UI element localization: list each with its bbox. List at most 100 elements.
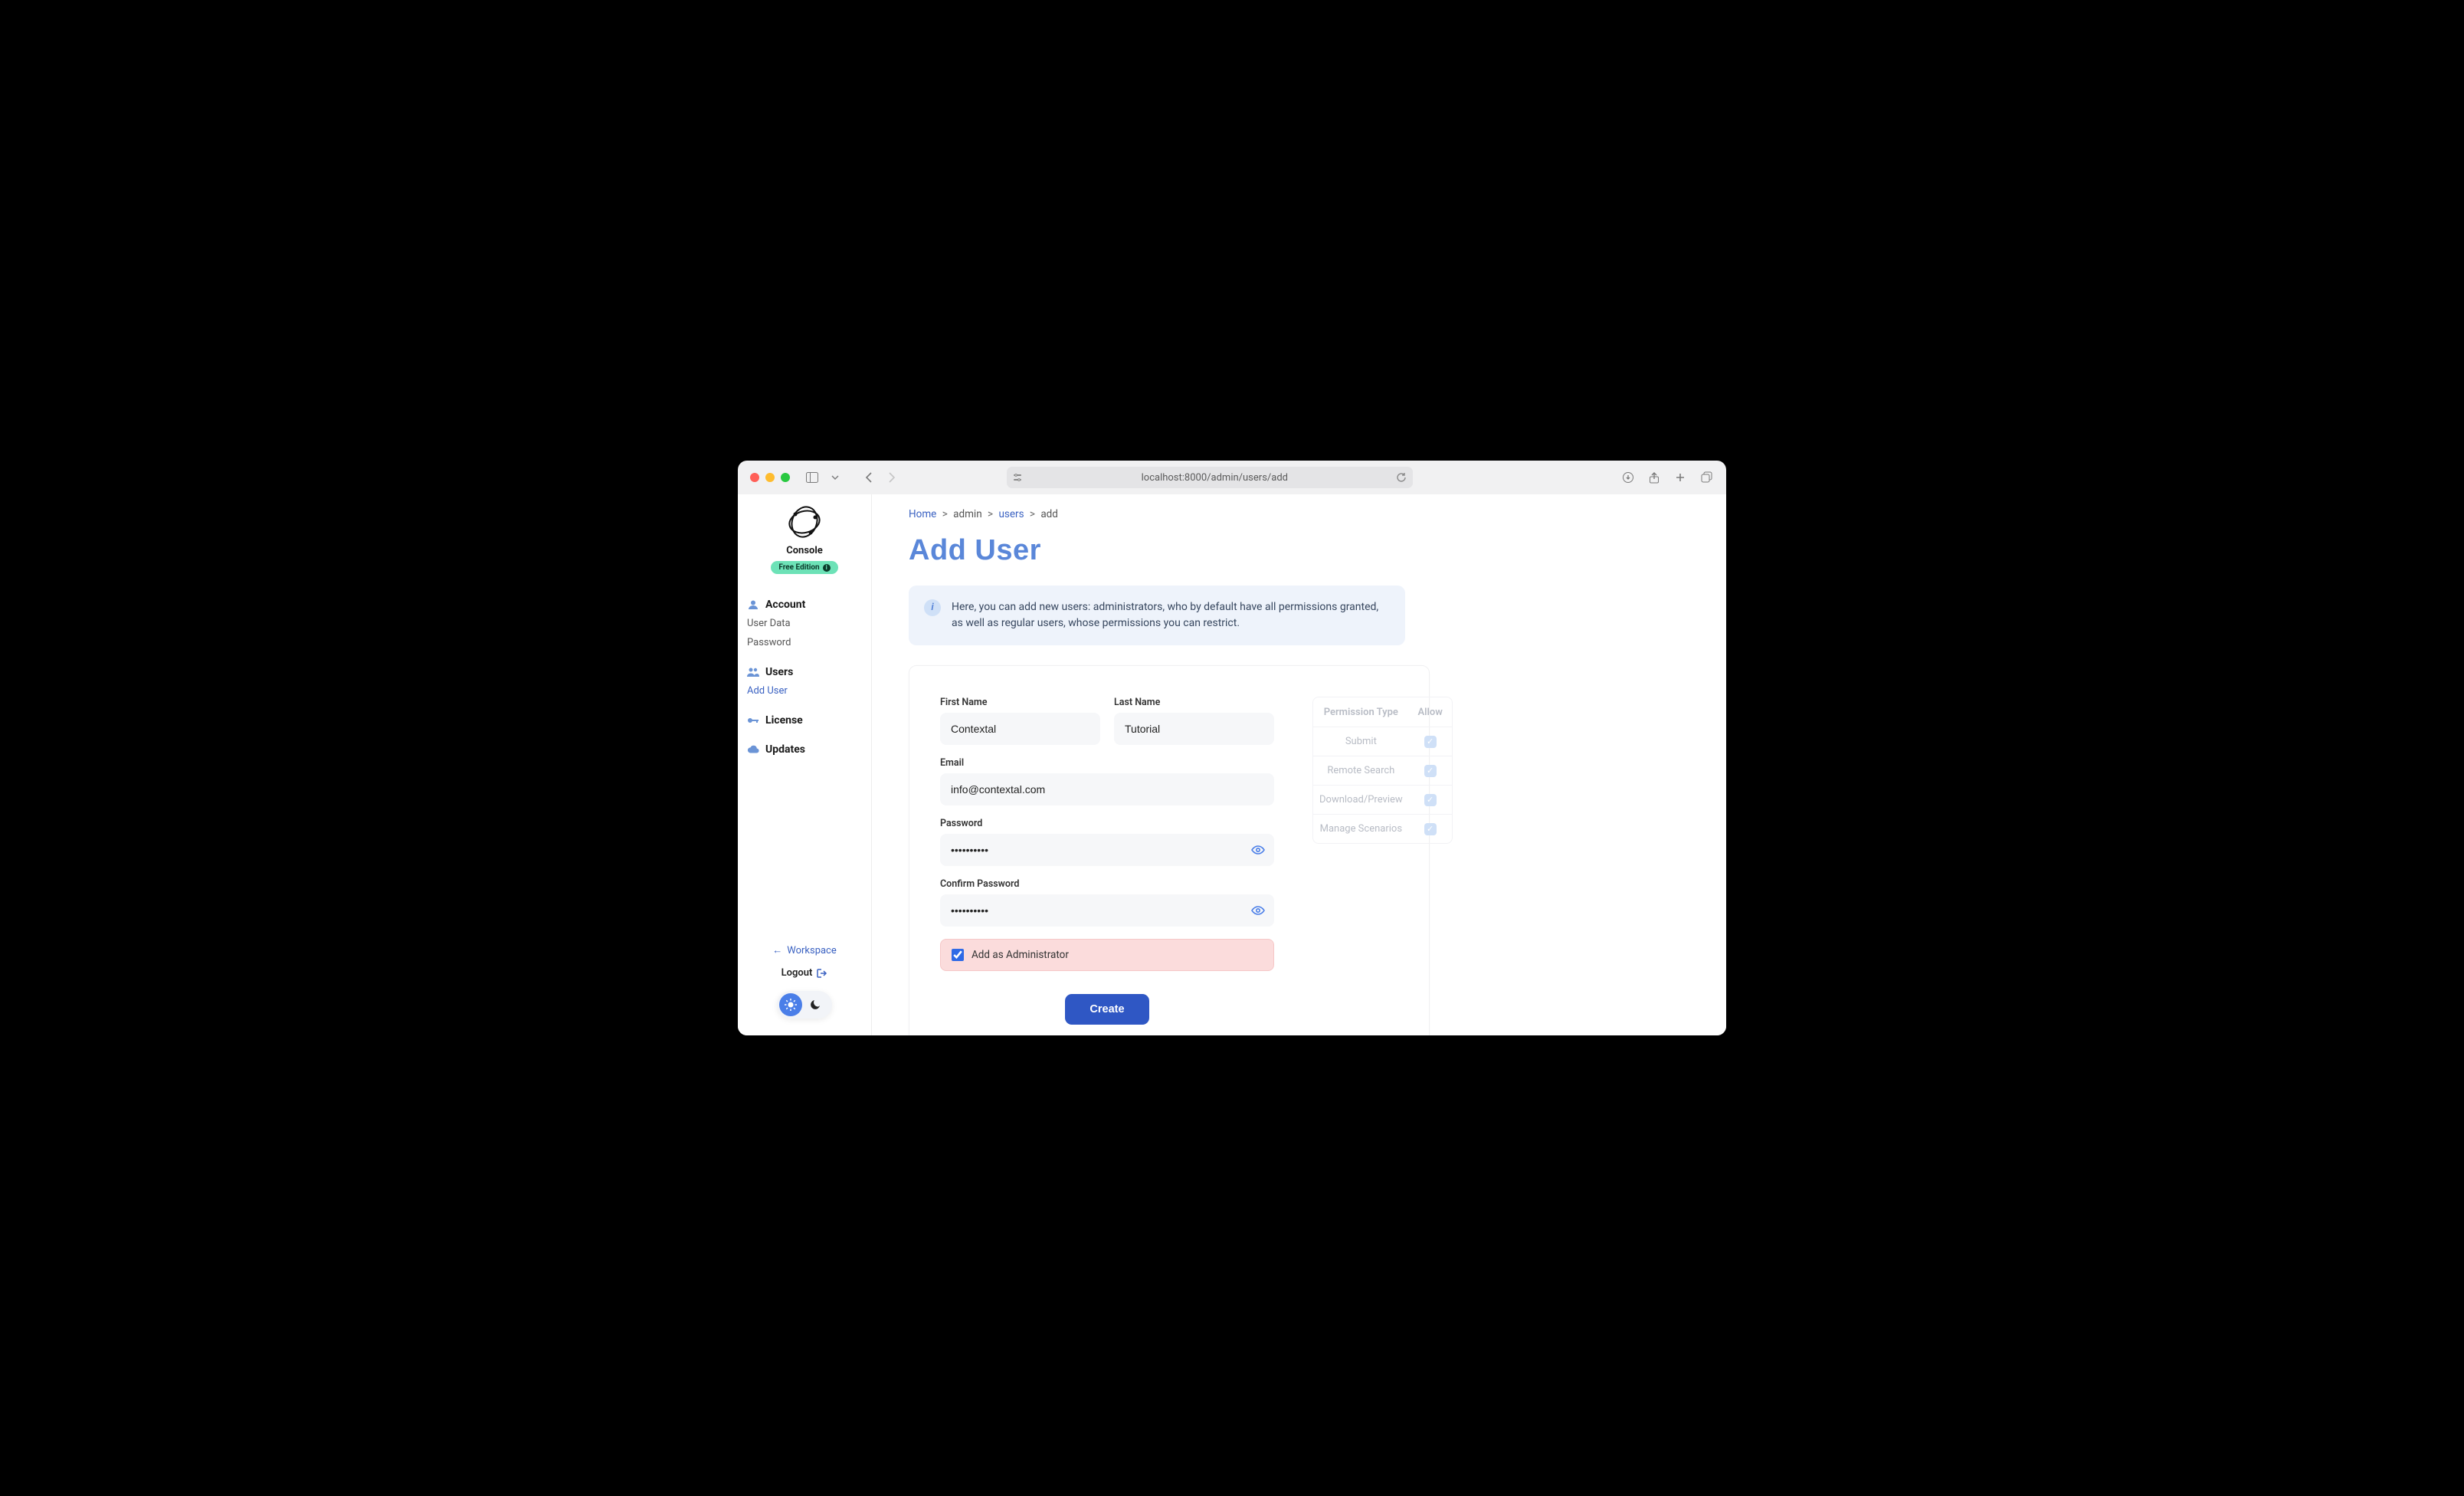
permissions-header-row: Permission Type Allow <box>1313 697 1452 727</box>
page-title: Add User <box>909 534 1689 567</box>
permission-checkbox[interactable]: ✓ <box>1424 794 1437 806</box>
breadcrumb-add: add <box>1040 508 1058 520</box>
sidebar-item-account[interactable]: Account <box>745 595 863 614</box>
permission-row: Submit ✓ <box>1313 727 1452 756</box>
share-icon[interactable] <box>1646 470 1662 485</box>
permission-checkbox[interactable]: ✓ <box>1424 765 1437 777</box>
confirm-password-label: Confirm Password <box>940 878 1274 890</box>
email-label: Email <box>940 757 1274 769</box>
logout-label: Logout <box>781 967 813 979</box>
minimize-window-button[interactable] <box>765 473 775 482</box>
confirm-password-input[interactable] <box>940 894 1274 927</box>
sidebar-item-updates[interactable]: Updates <box>745 740 863 759</box>
permissions-header-type: Permission Type <box>1313 707 1409 718</box>
password-label: Password <box>940 818 1274 829</box>
create-button[interactable]: Create <box>1065 994 1149 1025</box>
back-button[interactable] <box>860 469 877 486</box>
logout-link[interactable]: Logout <box>781 967 828 979</box>
nav-label: License <box>765 714 803 727</box>
close-window-button[interactable] <box>750 473 759 482</box>
email-input[interactable] <box>940 773 1274 805</box>
breadcrumb: Home > admin > users > add <box>909 508 1689 520</box>
info-icon: i <box>823 564 831 572</box>
permissions-header-allow: Allow <box>1409 707 1452 718</box>
permissions-table: Permission Type Allow Submit ✓ Remote Se… <box>1312 697 1453 844</box>
sidebar-bottom: ← Workspace Logout <box>745 934 863 1026</box>
show-password-icon[interactable] <box>1251 845 1265 855</box>
permission-label: Manage Scenarios <box>1313 823 1409 835</box>
reload-icon[interactable] <box>1396 472 1407 483</box>
password-field-wrapper: Password <box>940 818 1274 866</box>
logo-block: Console Free Edition i <box>745 504 863 574</box>
dropdown-chevron-icon[interactable] <box>827 469 844 486</box>
permission-row: Manage Scenarios ✓ <box>1313 814 1452 843</box>
sidebar-item-password[interactable]: Password <box>745 633 863 652</box>
tabs-icon[interactable] <box>1699 470 1714 485</box>
info-callout: i Here, you can add new users: administr… <box>909 586 1405 645</box>
form-fields: First Name Last Name Email Passwor <box>940 697 1274 1025</box>
new-tab-icon[interactable] <box>1673 470 1688 485</box>
email-field-wrapper: Email <box>940 757 1274 805</box>
show-confirm-password-icon[interactable] <box>1251 905 1265 916</box>
sidebar-toggle-icon[interactable] <box>804 469 821 486</box>
breadcrumb-home[interactable]: Home <box>909 508 936 520</box>
sidebar-item-user-data[interactable]: User Data <box>745 614 863 633</box>
arrow-left-icon: ← <box>772 944 782 956</box>
first-name-input[interactable] <box>940 713 1100 745</box>
permission-label: Submit <box>1313 736 1409 747</box>
nav-label: Updates <box>765 743 805 756</box>
page-content: Console Free Edition i Account User Data… <box>738 494 1726 1035</box>
maximize-window-button[interactable] <box>781 473 790 482</box>
password-input[interactable] <box>940 834 1274 866</box>
breadcrumb-users[interactable]: users <box>998 508 1024 520</box>
info-icon: i <box>924 599 941 616</box>
logo-icon <box>786 504 823 540</box>
logo-title: Console <box>745 545 863 556</box>
permission-checkbox[interactable]: ✓ <box>1424 823 1437 835</box>
workspace-label: Workspace <box>787 945 837 956</box>
sidebar-item-license[interactable]: License <box>745 711 863 730</box>
nav-section-account: Account User Data Password <box>745 595 863 652</box>
nav-label: Account <box>765 599 805 611</box>
permission-row: Remote Search ✓ <box>1313 756 1452 785</box>
add-as-admin-box[interactable]: Add as Administrator <box>940 939 1274 971</box>
breadcrumb-sep: > <box>1030 508 1035 520</box>
first-name-label: First Name <box>940 697 1100 708</box>
breadcrumb-sep: > <box>942 508 948 520</box>
add-as-admin-label: Add as Administrator <box>972 949 1069 961</box>
window-controls <box>750 473 790 482</box>
nav-section-updates: Updates <box>745 740 863 759</box>
permission-label: Download/Preview <box>1313 794 1409 805</box>
edition-label: Free Edition <box>778 563 819 572</box>
browser-window: localhost:8000/admin/users/add Console F… <box>738 461 1726 1035</box>
add-as-admin-checkbox[interactable] <box>952 949 964 961</box>
downloads-icon[interactable] <box>1620 470 1636 485</box>
sidebar: Console Free Edition i Account User Data… <box>738 494 872 1035</box>
permissions-panel: Permission Type Allow Submit ✓ Remote Se… <box>1312 697 1453 1025</box>
permission-checkbox[interactable]: ✓ <box>1424 736 1437 748</box>
user-icon <box>747 599 759 611</box>
first-name-field-wrapper: First Name <box>940 697 1100 745</box>
cloud-icon <box>747 743 759 756</box>
site-settings-icon <box>1013 473 1022 482</box>
sidebar-item-add-user[interactable]: Add User <box>745 681 863 700</box>
address-bar[interactable]: localhost:8000/admin/users/add <box>1007 467 1413 488</box>
permission-label: Remote Search <box>1313 765 1409 776</box>
key-icon <box>747 714 759 727</box>
sun-icon <box>779 993 802 1016</box>
last-name-field-wrapper: Last Name <box>1114 697 1274 745</box>
breadcrumb-admin: admin <box>953 508 982 520</box>
sidebar-item-users[interactable]: Users <box>745 663 863 681</box>
theme-toggle[interactable] <box>777 991 832 1019</box>
main-content: Home > admin > users > add Add User i He… <box>872 494 1726 1035</box>
browser-chrome: localhost:8000/admin/users/add <box>738 461 1726 494</box>
last-name-label: Last Name <box>1114 697 1274 708</box>
nav-section-license: License <box>745 711 863 730</box>
chrome-right-icons <box>1620 470 1714 485</box>
last-name-input[interactable] <box>1114 713 1274 745</box>
forward-button[interactable] <box>883 469 900 486</box>
moon-icon <box>802 999 830 1010</box>
workspace-link[interactable]: ← Workspace <box>772 944 837 956</box>
users-icon <box>747 666 759 678</box>
permission-row: Download/Preview ✓ <box>1313 785 1452 814</box>
